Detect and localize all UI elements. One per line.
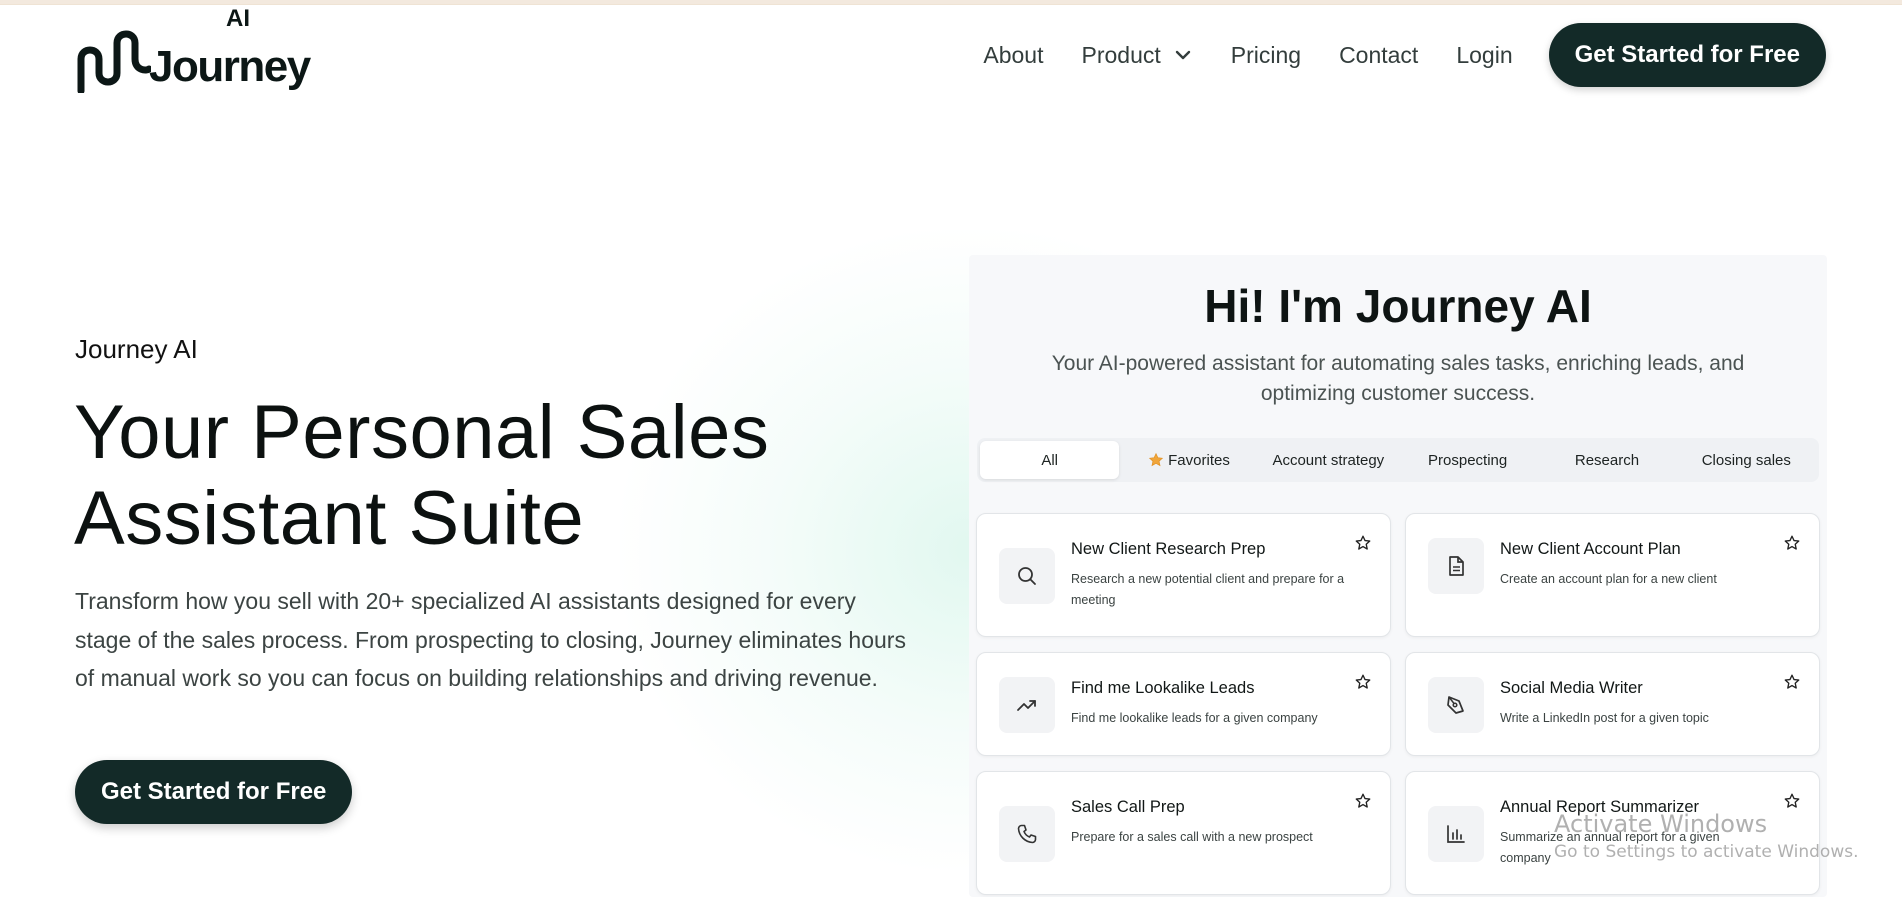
card-icon-box [1428, 677, 1484, 733]
card-title: New Client Account Plan [1500, 540, 1681, 558]
wave-logo-icon [77, 30, 151, 93]
bar-chart-icon [1447, 825, 1465, 843]
panel-title: Hi! I'm Journey AI [1204, 280, 1592, 332]
logo[interactable]: Journey [75, 23, 311, 93]
chevron-down-icon [1175, 50, 1190, 60]
tab-account-strategy[interactable]: Account strategy [1259, 441, 1398, 479]
logo-ai-superscript: AI [226, 5, 250, 32]
site-header: Journey AI About Product Pricing Contact… [0, 5, 1902, 105]
tab-favorites-label: Favorites [1168, 451, 1230, 469]
get-started-hero-button[interactable]: Get Started for Free [75, 760, 353, 824]
hero-eyebrow: Journey AI [75, 334, 198, 364]
card-title: Social Media Writer [1500, 679, 1643, 697]
nav-pricing[interactable]: Pricing [1231, 42, 1301, 69]
card-description: Find me lookalike leads for a given comp… [1071, 711, 1318, 725]
favorite-star-icon[interactable] [1354, 534, 1372, 552]
card-new-client-account-plan[interactable]: New Client Account Plan Create an accoun… [1405, 513, 1820, 637]
card-description: Prepare for a sales call with a new pros… [1071, 830, 1313, 844]
favorite-star-icon[interactable] [1354, 673, 1372, 691]
card-annual-report-summarizer[interactable]: Annual Report Summarizer Summarize an an… [1405, 771, 1820, 895]
card-icon-box [1428, 806, 1484, 862]
trending-up-icon [1017, 700, 1036, 711]
tab-prospecting[interactable]: Prospecting [1398, 441, 1537, 479]
main-nav: About Product Pricing Contact Login Get … [983, 23, 1826, 87]
favorite-star-icon[interactable] [1783, 534, 1801, 552]
card-sales-call-prep[interactable]: Sales Call Prep Prepare for a sales call… [976, 771, 1391, 895]
phone-icon [1017, 824, 1037, 844]
assistant-preview-panel: Hi! I'm Journey AI Your AI-powered assis… [969, 255, 1827, 897]
panel-subtitle: Your AI-powered assistant for automating… [1051, 352, 1745, 405]
tab-favorites[interactable]: Favorites [1119, 441, 1258, 479]
nav-product-label: Product [1081, 41, 1161, 68]
favorite-star-icon[interactable] [1354, 792, 1372, 810]
document-icon [1449, 556, 1464, 576]
nav-about[interactable]: About [983, 42, 1043, 69]
card-title: Find me Lookalike Leads [1071, 679, 1255, 697]
category-tabs: All Favorites Account strategy Prospecti… [977, 438, 1819, 482]
card-icon-box [1428, 538, 1484, 594]
card-icon-box [999, 677, 1055, 733]
search-icon [1018, 567, 1036, 585]
card-social-media-writer[interactable]: Social Media Writer Write a LinkedIn pos… [1405, 652, 1820, 756]
tab-closing-sales[interactable]: Closing sales [1677, 441, 1816, 479]
card-title: Sales Call Prep [1071, 798, 1185, 816]
get-started-header-button[interactable]: Get Started for Free [1548, 23, 1826, 87]
card-icon-box [999, 548, 1055, 604]
favorite-star-icon[interactable] [1783, 792, 1801, 810]
card-icon-box [999, 806, 1055, 862]
card-description: Create an account plan for a new client [1500, 572, 1717, 586]
nav-contact[interactable]: Contact [1339, 42, 1418, 69]
card-description: Research a new potential client and prep… [1071, 572, 1345, 607]
favorite-star-icon[interactable] [1783, 673, 1801, 691]
card-title: Annual Report Summarizer [1500, 798, 1699, 816]
card-description: Write a LinkedIn post for a given topic [1500, 711, 1709, 725]
nav-login[interactable]: Login [1456, 42, 1512, 69]
tab-all[interactable]: All [980, 441, 1120, 479]
card-title: New Client Research Prep [1071, 540, 1266, 558]
nav-product[interactable]: Product [1081, 42, 1192, 69]
card-find-lookalike-leads[interactable]: Find me Lookalike Leads Find me lookalik… [976, 652, 1391, 756]
star-filled-icon [1149, 452, 1164, 467]
pen-tool-icon [1447, 696, 1464, 714]
hero-title-line2: Assistant Suite [74, 476, 585, 561]
hero-subtitle: Transform how you sell with 20+ speciali… [75, 588, 906, 691]
hero-title: Your Personal Sales Assistant Suite [74, 390, 834, 562]
card-description: Summarize an annual report for a given c… [1500, 830, 1720, 865]
hero-title-line1: Your Personal Sales [74, 390, 770, 475]
tab-research[interactable]: Research [1537, 441, 1676, 479]
card-new-client-research-prep[interactable]: New Client Research Prep Research a new … [976, 513, 1391, 637]
logo-wordmark: Journey [149, 42, 311, 91]
